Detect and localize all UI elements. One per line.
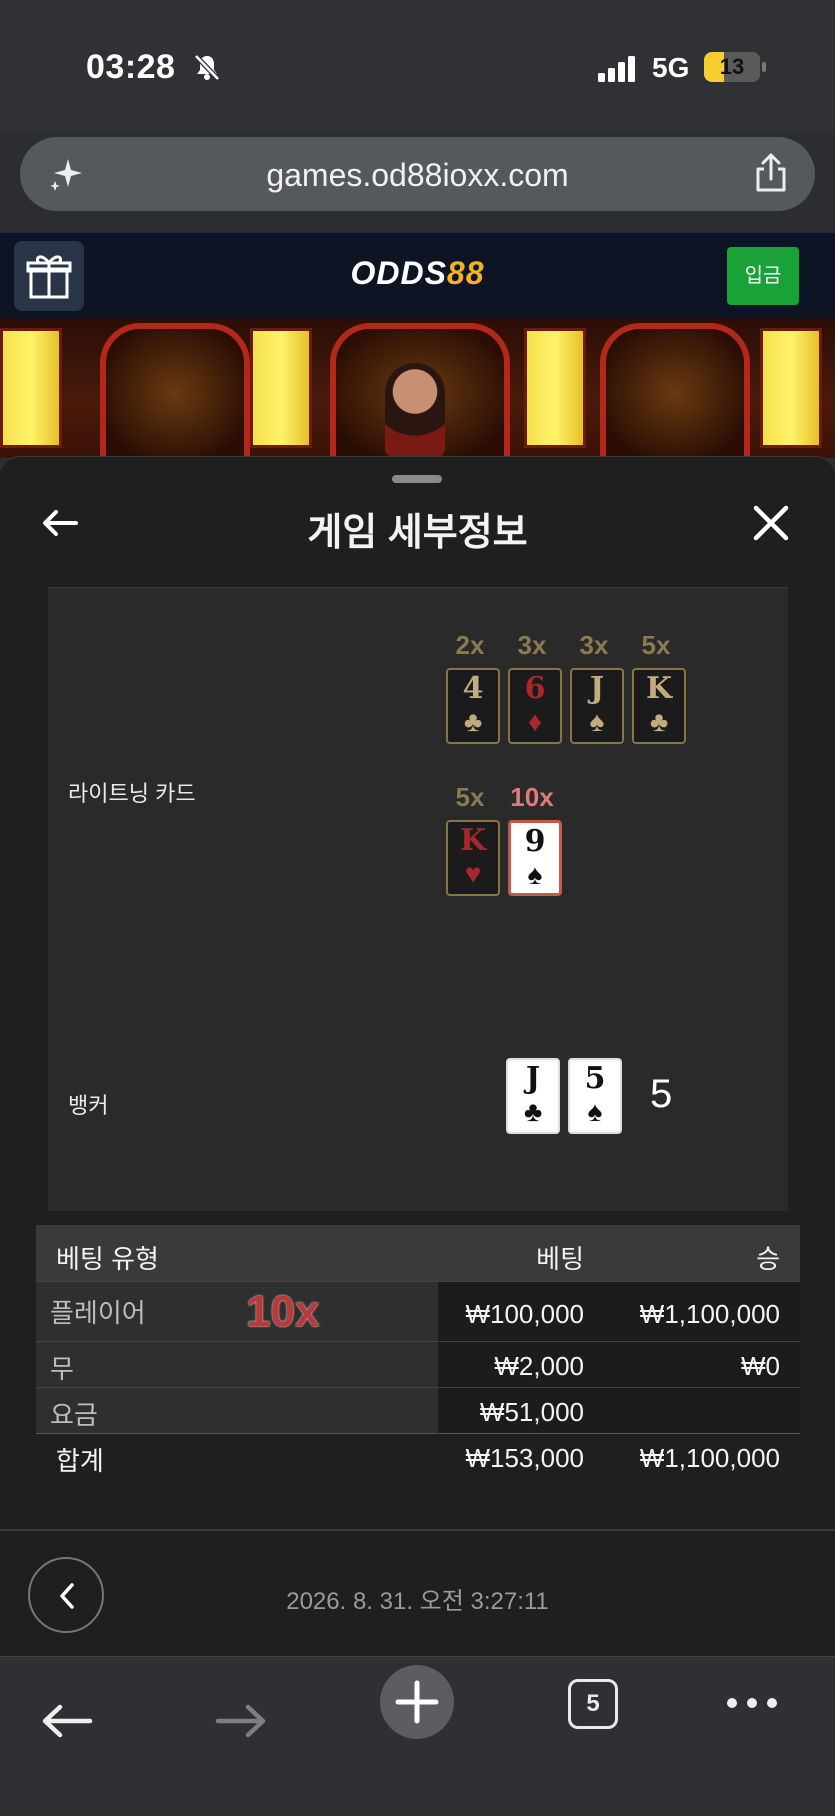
url-text[interactable]: games.od88ioxx.com — [20, 157, 815, 194]
total-row: 합계 ₩153,000 ₩1,100,000 — [36, 1433, 800, 1479]
plus-icon — [395, 1680, 439, 1724]
status-time: 03:28 — [86, 48, 176, 86]
win-amount: ₩1,100,000 — [639, 1299, 780, 1329]
game-banner — [0, 318, 835, 458]
bet-type: 무 — [50, 1354, 74, 1384]
new-tab-button[interactable] — [380, 1665, 454, 1739]
lightning-cards-label: 라이트닝 카드 — [68, 781, 196, 806]
bet-amount: ₩100,000 — [465, 1299, 584, 1329]
lightning-multiplier: 2x — [455, 630, 485, 660]
banker-label: 뱅커 — [68, 1093, 109, 1118]
share-icon[interactable] — [753, 153, 789, 193]
total-label: 합계 — [56, 1446, 104, 1476]
lightning-multiplier: 10x — [510, 782, 554, 812]
total-win: ₩1,100,000 — [639, 1443, 780, 1473]
lightning-card: K ♣ — [632, 668, 686, 744]
win-amount: ₩0 — [741, 1351, 780, 1381]
game-details-sheet: 게임 세부정보 라이트닝 카드 2x 4 ♣ 3x 6 ♦ 3x J ♠ 5x K ♣ … — [0, 456, 835, 1656]
bets-table: 베팅 유형 베팅 승 플레이어 10x ₩100,000 ₩1,100,000 … — [36, 1225, 800, 1479]
table-header: 베팅 유형 베팅 승 — [36, 1225, 800, 1281]
site-logo[interactable]: ODDS88 — [0, 255, 835, 292]
footer-divider — [0, 1529, 835, 1531]
multiplier-badge: 10x — [246, 1287, 320, 1336]
browser-toolbar: 5 — [0, 1656, 835, 1816]
more-icon[interactable] — [724, 1693, 780, 1713]
lightning-card: 4 ♣ — [446, 668, 500, 744]
lightning-card: 9 ♠ — [508, 820, 562, 896]
bet-type: 플레이어 — [50, 1298, 146, 1328]
forward-arrow-icon[interactable] — [214, 1701, 268, 1741]
bet-amount: ₩2,000 — [494, 1351, 584, 1381]
signal-icon — [598, 56, 635, 82]
sheet-title: 게임 세부정보 — [307, 512, 528, 554]
lightning-multiplier: 3x — [579, 630, 609, 660]
bet-amount: ₩51,000 — [479, 1397, 584, 1427]
table-row: 플레이어 10x ₩100,000 ₩1,100,000 — [36, 1281, 800, 1341]
battery-indicator: 13 — [704, 52, 766, 82]
lightning-card: K ♥ — [446, 820, 500, 896]
lightning-multiplier: 5x — [641, 630, 671, 660]
deposit-button[interactable]: 입금 — [727, 247, 799, 305]
banker-card: 5 ♠ — [568, 1058, 622, 1134]
site-header: ODDS88 입금 — [0, 232, 835, 318]
banker-score: 5 — [650, 1072, 673, 1116]
lightning-multiplier: 5x — [455, 782, 485, 812]
close-icon[interactable] — [751, 503, 791, 543]
banker-card: J ♣ — [506, 1058, 560, 1134]
bet-type: 요금 — [50, 1400, 98, 1430]
status-bar: 03:28 5G 13 — [0, 0, 835, 130]
header-win: 승 — [756, 1244, 780, 1274]
bell-slash-icon — [194, 54, 220, 81]
table-row: 무 ₩2,000 ₩0 — [36, 1341, 800, 1387]
drag-handle[interactable] — [392, 475, 442, 483]
network-type: 5G — [652, 52, 690, 83]
tabs-button[interactable]: 5 — [568, 1679, 618, 1729]
back-arrow-icon[interactable] — [40, 1701, 94, 1741]
total-bet: ₩153,000 — [465, 1443, 584, 1473]
header-bet-type: 베팅 유형 — [56, 1244, 159, 1274]
table-row: 요금 ₩51,000 — [36, 1387, 800, 1433]
header-bet: 베팅 — [536, 1244, 584, 1274]
lightning-multiplier: 3x — [517, 630, 547, 660]
lightning-card: 6 ♦ — [508, 668, 562, 744]
lightning-card: J ♠ — [570, 668, 624, 744]
round-timestamp: 2026. 8. 31. 오전 3:27:11 — [286, 1588, 549, 1615]
address-bar[interactable]: games.od88ioxx.com — [20, 137, 815, 211]
dealer-image — [385, 363, 445, 458]
cards-panel: 라이트닝 카드 2x 4 ♣ 3x 6 ♦ 3x J ♠ 5x K ♣ 5x K ♥ 10… — [48, 587, 788, 1211]
